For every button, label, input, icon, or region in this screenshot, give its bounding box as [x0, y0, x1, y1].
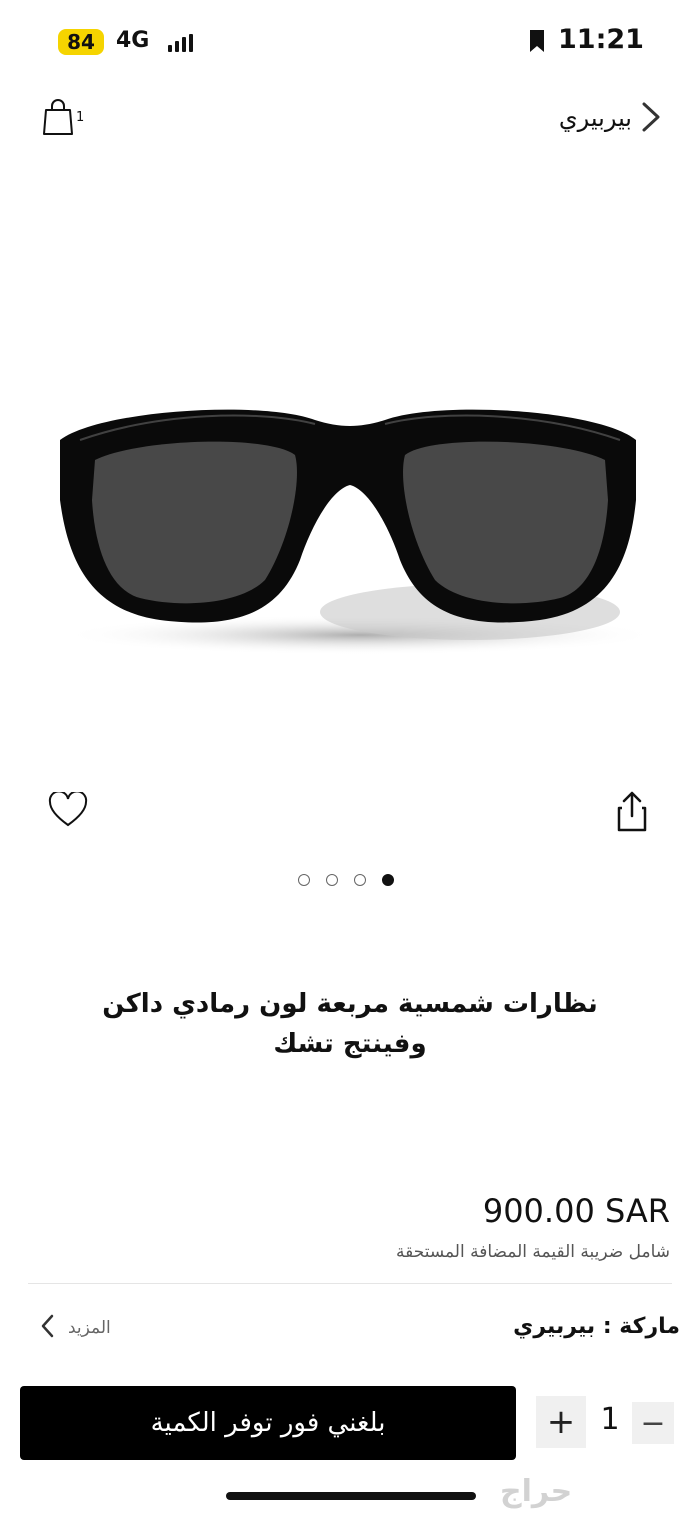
share-icon[interactable] [614, 790, 650, 838]
brand-label: ماركة : بيربيري [513, 1314, 680, 1339]
home-indicator[interactable] [226, 1492, 476, 1500]
product-image[interactable] [40, 380, 660, 674]
vat-note: شامل ضريبة القيمة المضافة المستحقة [396, 1242, 670, 1262]
gallery-pagination [298, 874, 394, 886]
divider [28, 1283, 672, 1284]
minus-icon: − [640, 1405, 666, 1441]
page-title: بيربيري [558, 104, 632, 132]
battery-indicator: 84 [58, 29, 104, 55]
bookmark-icon [528, 28, 546, 58]
product-title: نظارات شمسية مربعة لون رمادي داكن وفينتج… [102, 989, 598, 1059]
back-chevron-icon[interactable] [638, 100, 662, 138]
pagination-dot[interactable] [354, 874, 366, 886]
increase-quantity-button[interactable]: + [536, 1396, 586, 1448]
battery-level: 84 [67, 30, 95, 54]
product-price: 900.00 SAR [482, 1192, 670, 1230]
decrease-quantity-button[interactable]: − [632, 1402, 674, 1444]
pagination-dot[interactable] [326, 874, 338, 886]
notify-availability-button[interactable]: بلغني فور توفر الكمية [20, 1386, 516, 1460]
quantity-value: 1 [600, 1402, 620, 1437]
watermark-logo: حراج [500, 1474, 573, 1509]
signal-icon [168, 34, 193, 52]
pagination-dot[interactable] [298, 874, 310, 886]
cart-count: 1 [76, 110, 85, 125]
chevron-left-icon [40, 1314, 54, 1342]
plus-icon: + [546, 1402, 576, 1442]
favorite-heart-icon[interactable] [48, 790, 88, 832]
pagination-dot-active[interactable] [382, 874, 394, 886]
more-link[interactable]: المزيد [40, 1314, 111, 1342]
network-label: 4G [116, 28, 150, 53]
shopping-bag-icon[interactable] [42, 98, 74, 140]
status-time: 11:21 [558, 24, 644, 55]
more-label: المزيد [68, 1318, 111, 1338]
